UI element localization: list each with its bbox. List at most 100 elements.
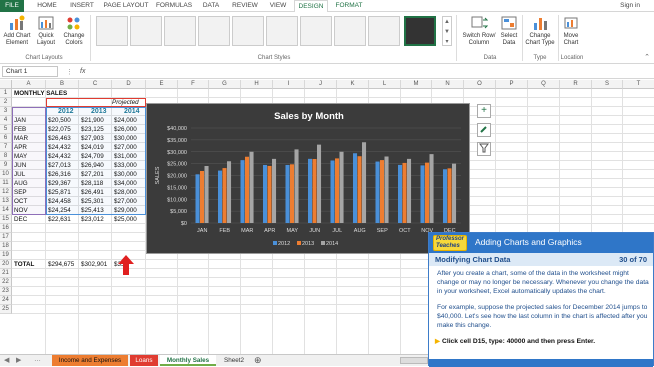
- row-header[interactable]: 5: [0, 125, 12, 134]
- row-header[interactable]: 24: [0, 296, 12, 305]
- column-header[interactable]: M: [401, 80, 432, 89]
- column-header[interactable]: A: [12, 80, 46, 89]
- row-header[interactable]: 3: [0, 107, 12, 116]
- tab-data[interactable]: DATA: [198, 0, 224, 12]
- row-header[interactable]: 15: [0, 215, 12, 224]
- row-header[interactable]: 4: [0, 116, 12, 125]
- column-header[interactable]: Q: [528, 80, 560, 89]
- row-header[interactable]: 19: [0, 251, 12, 260]
- row-header[interactable]: 11: [0, 179, 12, 188]
- sales-chart[interactable]: Sales by Month $0 $5,000 $10,000 $15,000 $20,…: [146, 103, 470, 254]
- sales-2014-cell[interactable]: $34,000: [114, 180, 137, 187]
- sales-2013-cell[interactable]: $21,900: [81, 117, 104, 124]
- tab-review[interactable]: REVIEW: [228, 0, 262, 12]
- row-header[interactable]: 20: [0, 260, 12, 269]
- change-colors-button[interactable]: Change Colors: [60, 15, 88, 47]
- month-cell[interactable]: MAR: [14, 135, 28, 142]
- column-header[interactable]: I: [273, 80, 305, 89]
- sales-2014-cell[interactable]: $27,000: [114, 198, 137, 205]
- chart-style-4[interactable]: [198, 16, 230, 46]
- row-header[interactable]: 9: [0, 161, 12, 170]
- sales-2012-cell[interactable]: $25,871: [48, 189, 71, 196]
- column-header[interactable]: G: [209, 80, 241, 89]
- column-header[interactable]: O: [464, 80, 496, 89]
- month-cell[interactable]: JUL: [14, 171, 25, 178]
- month-cell[interactable]: AUG: [14, 180, 28, 187]
- column-header[interactable]: P: [496, 80, 528, 89]
- sales-2012-cell[interactable]: $24,432: [48, 153, 71, 160]
- row-header[interactable]: 2: [0, 98, 12, 107]
- tab-file[interactable]: FILE: [0, 0, 24, 12]
- chart-style-8[interactable]: [334, 16, 366, 46]
- row-header[interactable]: 6: [0, 134, 12, 143]
- sales-2012-cell[interactable]: $22,631: [48, 216, 71, 223]
- sales-2014-cell[interactable]: $30,000: [114, 171, 137, 178]
- row-header[interactable]: 8: [0, 152, 12, 161]
- sales-2014-cell[interactable]: $30,000: [114, 135, 137, 142]
- sales-2013-cell[interactable]: $23,012: [81, 216, 104, 223]
- column-header[interactable]: F: [178, 80, 209, 89]
- tab-format[interactable]: FORMAT: [332, 0, 366, 12]
- sales-2014-cell[interactable]: $33,000: [114, 162, 137, 169]
- chart-style-7[interactable]: [300, 16, 332, 46]
- month-cell[interactable]: SEP: [14, 189, 27, 196]
- sales-2013-cell[interactable]: $24,019: [81, 144, 104, 151]
- sales-2012-cell[interactable]: $24,458: [48, 198, 71, 205]
- select-all-corner[interactable]: [0, 80, 12, 89]
- change-chart-type-button[interactable]: Change Chart Type: [524, 15, 556, 47]
- row-header[interactable]: 7: [0, 143, 12, 152]
- column-header[interactable]: E: [146, 80, 178, 89]
- name-box[interactable]: Chart 1: [2, 66, 58, 77]
- sales-2012-cell[interactable]: $27,013: [48, 162, 71, 169]
- formula-input[interactable]: [96, 66, 648, 77]
- switch-row-column-button[interactable]: Switch Row/ Column: [460, 15, 498, 47]
- row-header[interactable]: 21: [0, 269, 12, 278]
- column-header[interactable]: K: [337, 80, 369, 89]
- chart-style-selected[interactable]: [404, 16, 436, 46]
- row-header[interactable]: 25: [0, 305, 12, 314]
- sales-2012-cell[interactable]: $26,463: [48, 135, 71, 142]
- chart-style-6[interactable]: [266, 16, 298, 46]
- column-header[interactable]: D: [112, 80, 146, 89]
- tab-page-layout[interactable]: PAGE LAYOUT: [102, 0, 150, 12]
- sales-2014-cell[interactable]: $29,000: [114, 207, 137, 214]
- sales-2014-cell[interactable]: $28,000: [114, 189, 137, 196]
- sales-2013-cell[interactable]: $25,413: [81, 207, 104, 214]
- row-header[interactable]: 14: [0, 206, 12, 215]
- sales-2012-cell[interactable]: $24,254: [48, 207, 71, 214]
- sales-2014-cell[interactable]: $25,000: [114, 216, 137, 223]
- row-header[interactable]: 23: [0, 287, 12, 296]
- month-cell[interactable]: NOV: [14, 207, 28, 214]
- column-header[interactable]: H: [241, 80, 273, 89]
- chart-elements-button[interactable]: +: [477, 104, 491, 118]
- column-header[interactable]: R: [560, 80, 592, 89]
- sales-2014-cell[interactable]: $31,000: [114, 153, 137, 160]
- month-cell[interactable]: JUN: [14, 162, 26, 169]
- column-header[interactable]: T: [623, 80, 654, 89]
- chart-filters-button[interactable]: [477, 142, 491, 156]
- sheet-nav-next-icon[interactable]: ▶: [16, 356, 21, 364]
- sales-2013-cell[interactable]: $26,940: [81, 162, 104, 169]
- row-header[interactable]: 22: [0, 278, 12, 287]
- sheet-nav-prev-icon[interactable]: ◀: [4, 356, 9, 364]
- chart-style-9[interactable]: [368, 16, 400, 46]
- sheet-nav-more-icon[interactable]: …: [34, 356, 41, 363]
- select-data-button[interactable]: Select Data: [498, 15, 520, 47]
- sign-in-link[interactable]: Sign in: [620, 0, 640, 11]
- chart-style-1[interactable]: [96, 16, 128, 46]
- chart-styles-brush-button[interactable]: [477, 123, 491, 137]
- sheet-tab-loans[interactable]: Loans: [130, 355, 158, 366]
- sales-2013-cell[interactable]: $25,301: [81, 198, 104, 205]
- sales-2013-cell[interactable]: $28,118: [81, 180, 103, 187]
- row-header[interactable]: 18: [0, 242, 12, 251]
- row-header[interactable]: 16: [0, 224, 12, 233]
- row-header[interactable]: 10: [0, 170, 12, 179]
- row-header[interactable]: 13: [0, 197, 12, 206]
- insert-function-icon[interactable]: fx: [80, 66, 85, 77]
- tab-insert[interactable]: INSERT: [66, 0, 98, 12]
- sales-2013-cell[interactable]: $23,125: [81, 126, 104, 133]
- collapse-ribbon-icon[interactable]: ⌃: [644, 53, 650, 61]
- month-cell[interactable]: APR: [14, 144, 27, 151]
- sales-2012-cell[interactable]: $20,500: [48, 117, 71, 124]
- tab-design[interactable]: DESIGN: [294, 0, 328, 12]
